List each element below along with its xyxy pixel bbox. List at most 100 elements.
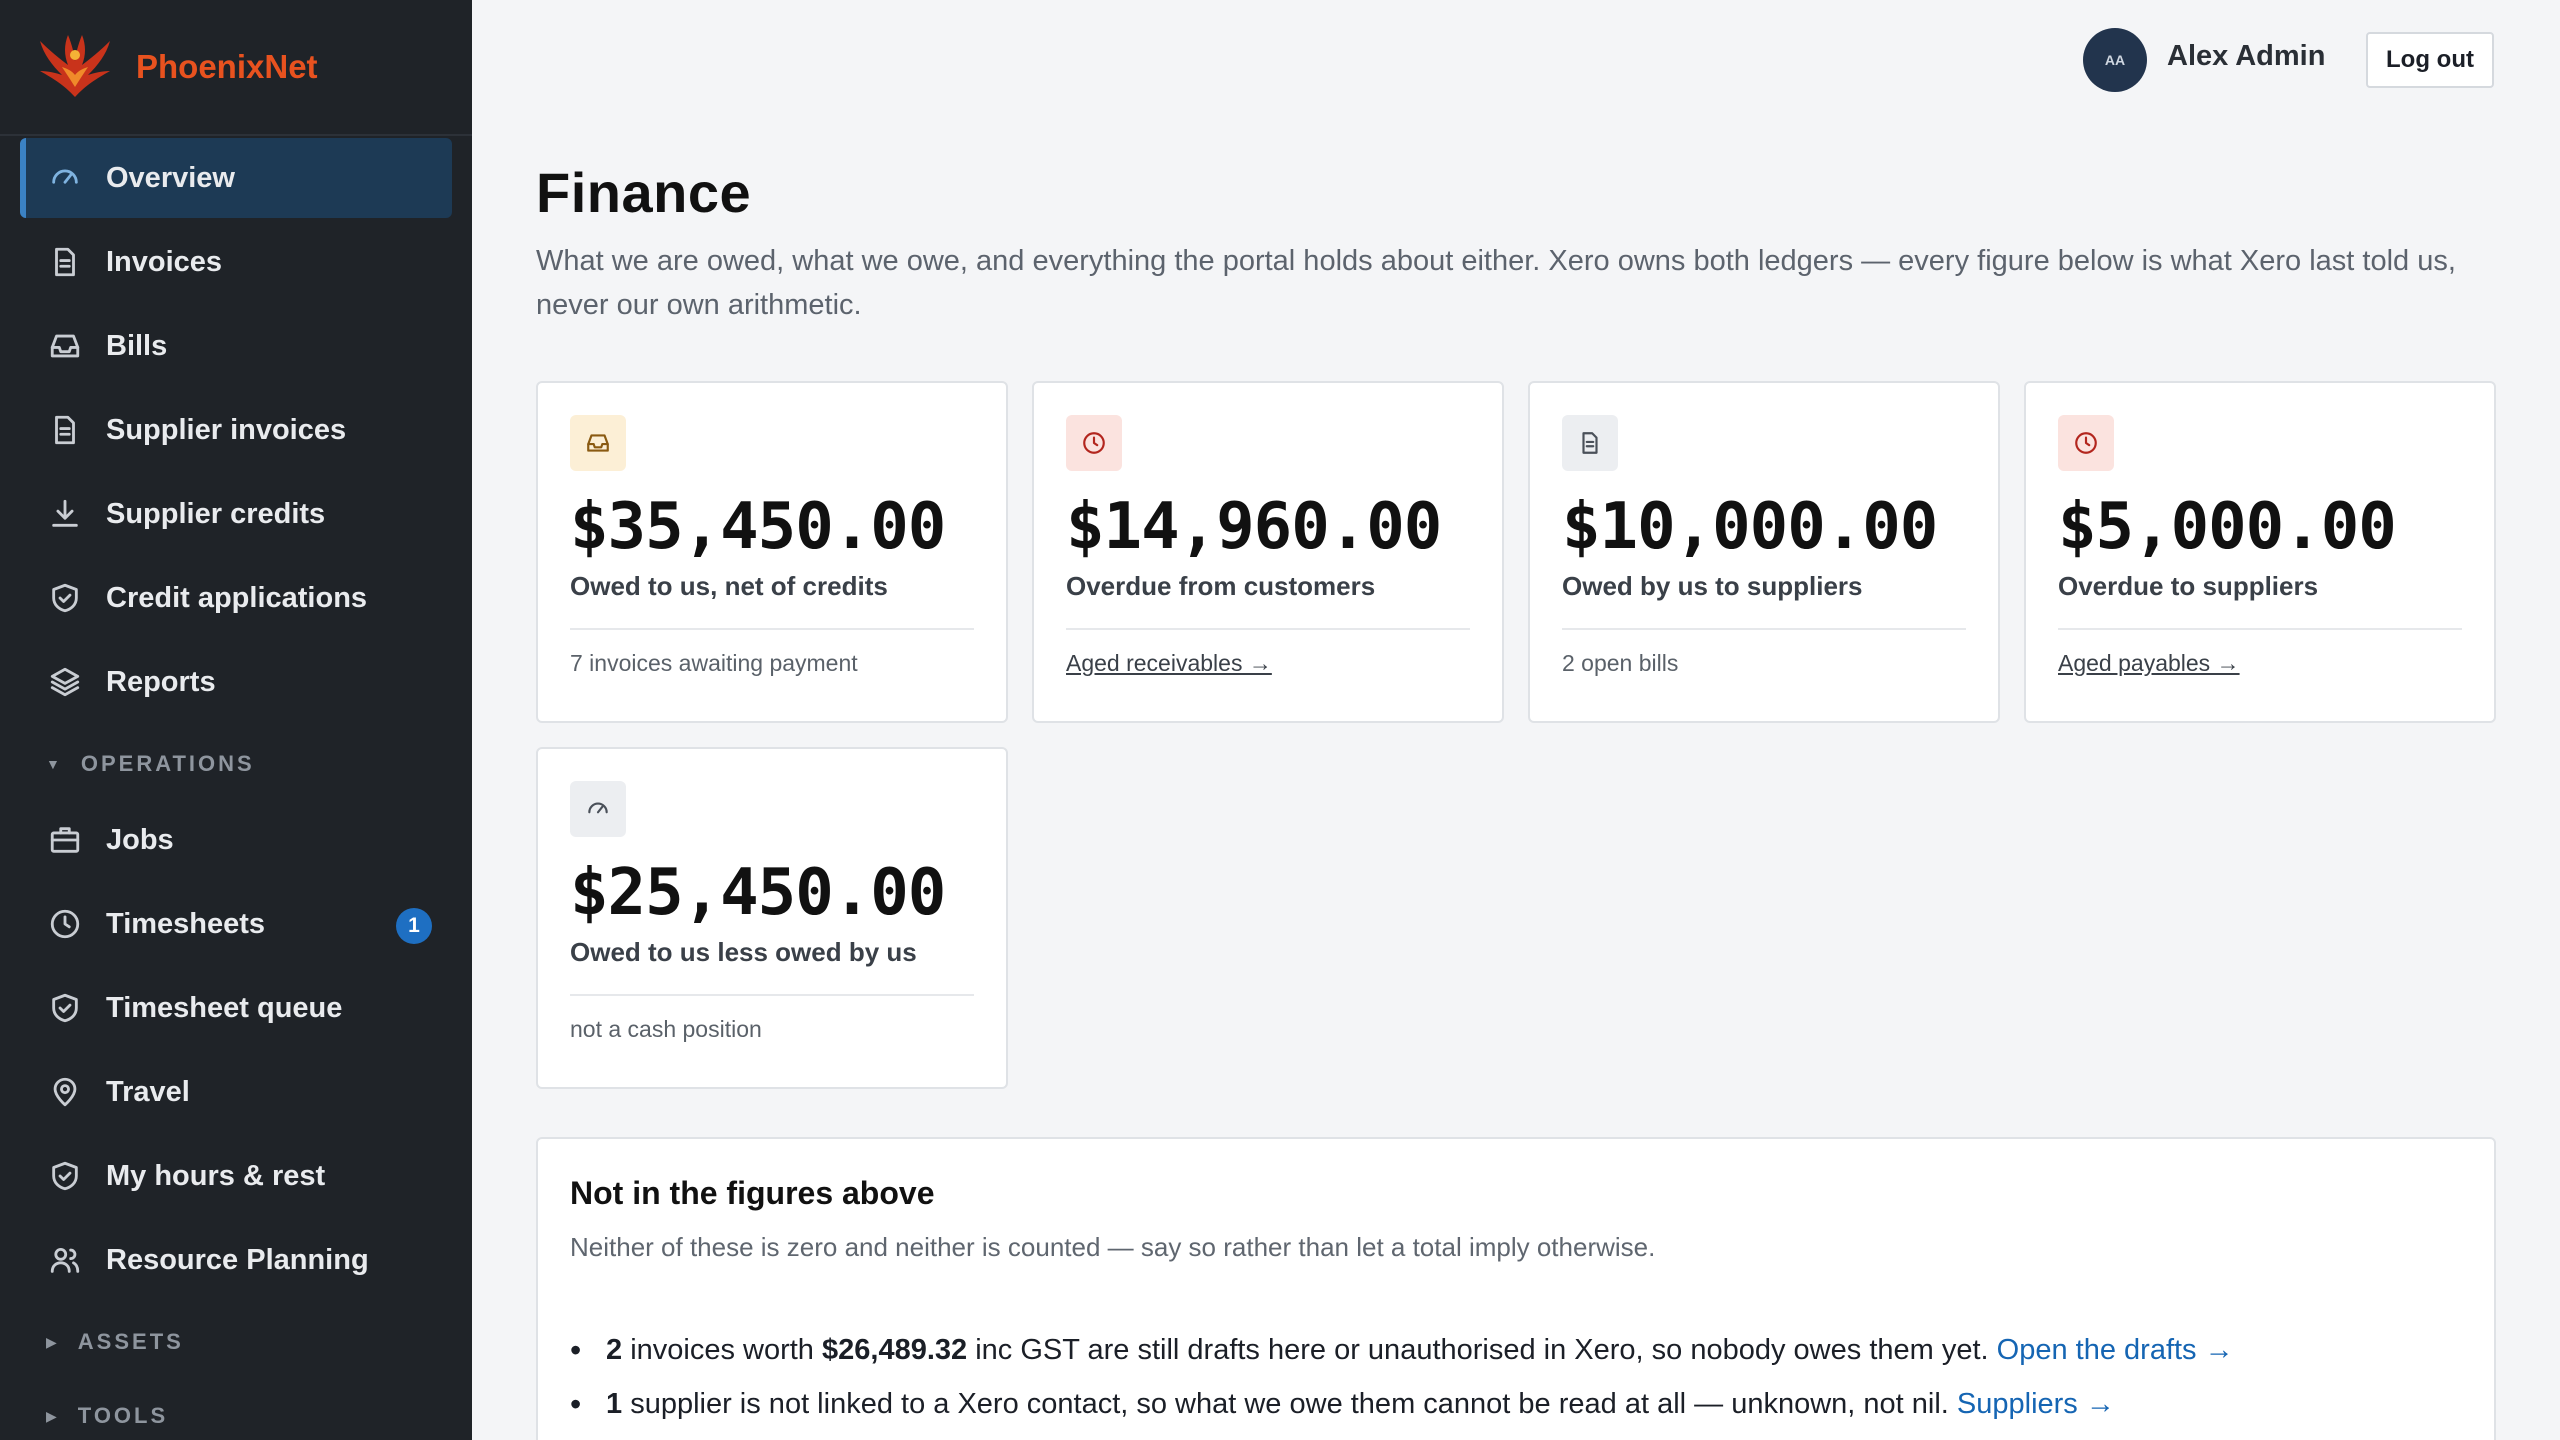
top-bar: AA Alex Admin Log out — [472, 0, 2560, 120]
caret-right-icon: ▶ — [46, 1407, 60, 1424]
briefcase-icon — [48, 823, 82, 857]
card-net-position: $25,450.00 Owed to us less owed by us no… — [536, 747, 1008, 1089]
section-label: ASSETS — [77, 1329, 184, 1354]
suppliers-link[interactable]: Suppliers → — [1957, 1388, 2115, 1420]
sidebar-item-bills[interactable]: Bills — [20, 306, 452, 386]
summary-cards: $35,450.00 Owed to us, net of credits 7 … — [536, 381, 2496, 1089]
card-overdue-suppliers: $5,000.00 Overdue to suppliers Aged paya… — [2024, 381, 2496, 723]
sidebar-item-invoices[interactable]: Invoices — [20, 222, 452, 302]
document-icon — [48, 413, 82, 447]
shield-check-icon — [48, 581, 82, 615]
brand-name: PhoenixNet — [136, 48, 318, 85]
clock-icon — [1066, 415, 1122, 471]
main-content: Finance What we are owed, what we owe, a… — [536, 160, 2496, 1440]
sidebar-item-label: Supplier invoices — [106, 413, 347, 446]
sidebar-item-label: Credit applications — [106, 581, 368, 614]
draft-amount: $26,489.32 — [822, 1334, 968, 1366]
clock-icon — [2058, 415, 2114, 471]
card-label: Owed by us to suppliers — [1562, 571, 1863, 601]
sidebar-item-label: Reports — [106, 665, 216, 698]
inbox-icon — [48, 329, 82, 363]
shield-check-icon — [48, 1159, 82, 1193]
sidebar-item-timesheet-queue[interactable]: Timesheet queue — [20, 968, 452, 1048]
card-value: $10,000.00 — [1562, 490, 1938, 564]
sidebar-item-credit-applications[interactable]: Credit applications — [20, 558, 452, 638]
sidebar-item-label: My hours & rest — [106, 1159, 326, 1192]
phoenix-logo-icon — [40, 35, 110, 97]
sidebar-item-overview[interactable]: Overview — [20, 138, 452, 218]
sidebar-item-label: Resource Planning — [106, 1243, 369, 1276]
section-label: OPERATIONS — [80, 751, 255, 776]
sidebar: PhoenixNet Overview Invoices Bills Suppl… — [0, 0, 472, 1440]
card-owed-to-us: $35,450.00 Owed to us, net of credits 7 … — [536, 381, 1008, 723]
inbox-icon — [570, 415, 626, 471]
card-value: $14,960.00 — [1066, 490, 1442, 564]
sidebar-item-label: Invoices — [106, 245, 223, 278]
page-title: Finance — [536, 161, 752, 224]
sidebar-nav: Overview Invoices Bills Supplier invoice… — [0, 138, 472, 1440]
sidebar-item-travel[interactable]: Travel — [20, 1052, 452, 1132]
card-label: Overdue to suppliers — [2058, 571, 2319, 601]
card-label: Owed to us less owed by us — [570, 937, 917, 967]
divider — [1562, 628, 1966, 630]
user-name: Alex Admin — [2167, 40, 2326, 72]
text: supplier is not linked to a Xero contact… — [622, 1388, 1957, 1420]
sidebar-item-label: Travel — [106, 1075, 190, 1108]
draft-count: 2 — [606, 1334, 623, 1366]
sidebar-item-my-hours-rest[interactable]: My hours & rest — [20, 1136, 452, 1216]
card-label: Owed to us, net of credits — [570, 571, 888, 601]
open-drafts-link[interactable]: Open the drafts → — [1997, 1334, 2234, 1366]
document-icon — [1562, 415, 1618, 471]
map-pin-icon — [48, 1075, 82, 1109]
divider — [1066, 628, 1470, 630]
divider — [570, 628, 974, 630]
card-footnote: not a cash position — [570, 1016, 762, 1042]
aged-payables-link[interactable]: Aged payables → — [2058, 650, 2240, 677]
sidebar-item-label: Jobs — [106, 823, 174, 856]
sidebar-item-label: Timesheets — [106, 907, 266, 940]
avatar[interactable]: AA — [2083, 28, 2147, 92]
notification-badge: 1 — [396, 908, 432, 944]
document-icon — [48, 245, 82, 279]
card-overdue-customers: $14,960.00 Overdue from customers Aged r… — [1032, 381, 1504, 723]
download-icon — [48, 497, 82, 531]
divider — [570, 994, 974, 996]
clock-icon — [48, 907, 82, 941]
sidebar-item-jobs[interactable]: Jobs — [20, 800, 452, 880]
sidebar-item-label: Overview — [106, 161, 235, 194]
gauge-icon — [570, 781, 626, 837]
sidebar-item-reports[interactable]: Reports — [20, 642, 452, 722]
card-footnote: 7 invoices awaiting payment — [570, 650, 858, 676]
card-value: $5,000.00 — [2058, 490, 2397, 564]
sidebar-item-timesheets[interactable]: Timesheets 1 — [20, 884, 452, 964]
card-owed-by-us: $10,000.00 Owed by us to suppliers 2 ope… — [1528, 381, 2000, 723]
section-toggle-assets[interactable]: ▶ ASSETS — [20, 1310, 452, 1374]
gauge-icon — [48, 161, 82, 195]
panel-subtitle: Neither of these is zero and neither is … — [570, 1232, 1656, 1262]
section-toggle-operations[interactable]: ▼ OPERATIONS — [20, 732, 452, 796]
sidebar-item-label: Bills — [106, 329, 168, 362]
aged-receivables-link[interactable]: Aged receivables → — [1066, 650, 1272, 677]
logout-button[interactable]: Log out — [2366, 32, 2494, 88]
list-item: 1 supplier is not linked to a Xero conta… — [570, 1377, 2462, 1431]
caret-right-icon: ▶ — [46, 1333, 60, 1350]
divider — [2058, 628, 2462, 630]
card-label: Overdue from customers — [1066, 571, 1376, 601]
users-icon — [48, 1243, 82, 1277]
sidebar-item-supplier-credits[interactable]: Supplier credits — [20, 474, 452, 554]
page-description: What we are owed, what we owe, and every… — [536, 245, 2456, 321]
sidebar-item-supplier-invoices[interactable]: Supplier invoices — [20, 390, 452, 470]
card-footnote: 2 open bills — [1562, 650, 1679, 676]
shield-check-icon — [48, 991, 82, 1025]
list-item: 2 invoices worth $26,489.32 inc GST are … — [570, 1323, 2462, 1377]
sidebar-item-label: Supplier credits — [106, 497, 326, 530]
section-toggle-tools[interactable]: ▶ TOOLS — [20, 1384, 452, 1440]
text: invoices worth — [622, 1334, 822, 1366]
notice-list: 2 invoices worth $26,489.32 inc GST are … — [570, 1323, 2462, 1431]
layers-icon — [48, 665, 82, 699]
brand[interactable]: PhoenixNet — [0, 0, 472, 136]
caret-down-icon: ▼ — [46, 756, 63, 772]
section-label: TOOLS — [77, 1403, 169, 1428]
card-value: $25,450.00 — [570, 856, 946, 930]
sidebar-item-resource-planning[interactable]: Resource Planning — [20, 1220, 452, 1300]
